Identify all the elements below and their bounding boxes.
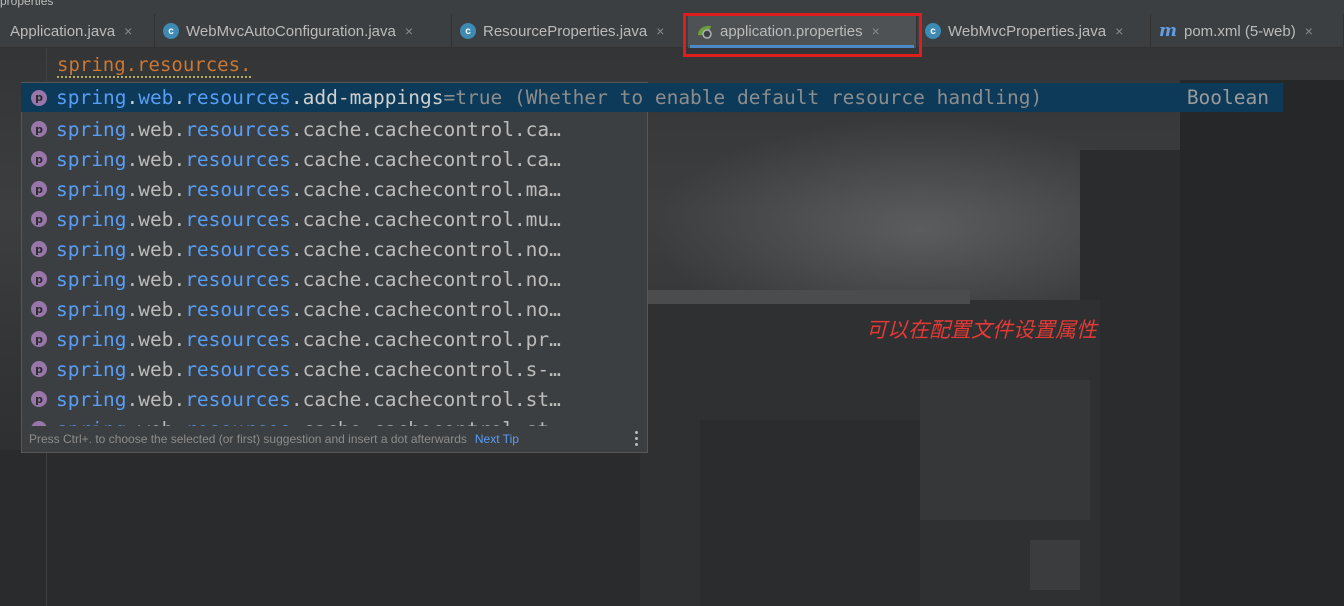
window-title-strip: properties bbox=[0, 0, 1344, 14]
spring-properties-icon bbox=[696, 23, 714, 39]
editor-tab-bar: Application.java × c WebMvcAutoConfigura… bbox=[0, 14, 1344, 48]
close-icon[interactable]: × bbox=[872, 23, 880, 39]
street bbox=[0, 450, 640, 606]
tab-label: ResourceProperties.java bbox=[483, 22, 648, 40]
completion-item[interactable]: p spring.web.resources.cache.cachecontro… bbox=[22, 144, 647, 174]
completion-item[interactable]: p spring.web.resources.cache.cachecontro… bbox=[22, 324, 647, 354]
prefix-web: web bbox=[138, 86, 174, 109]
property-suffix: cache.cachecontrol.st… bbox=[302, 387, 561, 411]
property-suffix: cache.cachecontrol.s-… bbox=[302, 357, 561, 381]
tab-resourceproperties-java[interactable]: c ResourceProperties.java × bbox=[452, 14, 686, 48]
property-suffix: add-mappings bbox=[302, 86, 444, 109]
tab-pom-xml[interactable]: m pom.xml (5-web) × bbox=[1151, 14, 1344, 48]
tab-label: pom.xml (5-web) bbox=[1184, 22, 1296, 40]
close-icon[interactable]: × bbox=[1305, 23, 1313, 39]
annotation-text: 可以在配置文件设置属性 bbox=[866, 318, 1097, 342]
class-icon: c bbox=[460, 23, 476, 39]
property-icon: p bbox=[31, 89, 47, 106]
tab-webmvcautoconfiguration-java[interactable]: c WebMvcAutoConfiguration.java × bbox=[155, 14, 452, 48]
property-suffix: cache.cachecontrol.no… bbox=[302, 267, 561, 291]
dot: . bbox=[173, 86, 186, 109]
completion-item[interactable]: p spring.web.resources.cache.cachecontro… bbox=[22, 234, 647, 264]
close-icon[interactable]: × bbox=[656, 23, 664, 39]
tab-label: WebMvcAutoConfiguration.java bbox=[186, 22, 396, 40]
tab-application-java[interactable]: Application.java × bbox=[0, 14, 155, 48]
property-icon: p bbox=[31, 151, 47, 167]
property-suffix: cache.cachecontrol.ca… bbox=[302, 117, 561, 141]
tab-label: Application.java bbox=[10, 22, 116, 40]
property-suffix: cache.cachecontrol.ma… bbox=[302, 177, 561, 201]
property-suffix: cache.cachecontrol.no… bbox=[302, 237, 561, 261]
property-suffix: cache.cachecontrol.pr… bbox=[302, 327, 561, 351]
completion-item[interactable]: p spring.web.resources.cache.cachecontro… bbox=[22, 354, 647, 384]
close-icon[interactable]: × bbox=[124, 23, 132, 39]
completion-popup: p spring. web. resources. cache.cachecontro… bbox=[21, 82, 648, 453]
maven-icon: m bbox=[1159, 21, 1177, 41]
more-options-icon[interactable] bbox=[635, 431, 639, 447]
property-icon: p bbox=[31, 361, 47, 377]
property-suffix: cache.cachecontrol.no… bbox=[302, 297, 561, 321]
window-title: properties bbox=[0, 0, 54, 8]
property-icon: p bbox=[31, 181, 47, 197]
property-suffix: cache.cachecontrol.mu… bbox=[302, 207, 561, 231]
property-type: Boolean bbox=[1186, 86, 1269, 109]
prefix-spring: spring bbox=[56, 86, 127, 109]
tower-right bbox=[1180, 80, 1344, 606]
property-icon: p bbox=[31, 211, 47, 227]
class-icon: c bbox=[925, 23, 941, 39]
completion-item-selected[interactable]: p spring. web. resources. add-mappings =true… bbox=[21, 83, 1283, 112]
completion-item[interactable]: p spring.web.resources.cache.cachecontro… bbox=[22, 114, 647, 144]
property-icon: p bbox=[31, 391, 47, 407]
property-icon: p bbox=[31, 271, 47, 287]
footer-hint: Press Ctrl+. to choose the selected (or … bbox=[29, 432, 467, 446]
completion-item[interactable]: p spring.web.resources.cache.cachecontro… bbox=[22, 294, 647, 324]
ac-unit bbox=[1030, 540, 1080, 590]
completion-item[interactable]: p spring.web.resources.cache.cachecontro… bbox=[22, 204, 647, 234]
property-icon: p bbox=[31, 331, 47, 347]
tab-label: application.properties bbox=[720, 22, 863, 40]
tab-application-properties[interactable]: application.properties × bbox=[688, 14, 917, 48]
property-icon: p bbox=[31, 301, 47, 317]
popup-footer: Press Ctrl+. to choose the selected (or … bbox=[22, 426, 647, 452]
close-icon[interactable]: × bbox=[405, 23, 413, 39]
dot: . bbox=[126, 86, 139, 109]
roof-center bbox=[640, 290, 970, 304]
tab-webmvcproperties-java[interactable]: c WebMvcProperties.java × bbox=[917, 14, 1151, 48]
property-icon: p bbox=[31, 121, 47, 137]
class-icon: c bbox=[163, 23, 179, 39]
wall-panel bbox=[920, 380, 1090, 520]
default-value: =true bbox=[443, 86, 503, 109]
close-icon[interactable]: × bbox=[1115, 23, 1123, 39]
completion-item[interactable]: p spring.web.resources.cache.cachecontro… bbox=[22, 384, 647, 414]
typed-text[interactable]: spring.resources. bbox=[57, 54, 252, 78]
dot: . bbox=[290, 86, 303, 109]
editor-line[interactable]: spring.resources. bbox=[57, 54, 252, 78]
completion-item[interactable]: p spring.web.resources.cache.cachecontro… bbox=[22, 174, 647, 204]
property-icon: p bbox=[31, 241, 47, 257]
building-front bbox=[700, 420, 920, 606]
completion-item[interactable]: p spring.web.resources.cache.cachecontro… bbox=[22, 264, 647, 294]
property-description: (Whether to enable default resource hand… bbox=[513, 86, 1043, 109]
tab-label: WebMvcProperties.java bbox=[948, 22, 1107, 40]
property-suffix: cache.cachecontrol.ca… bbox=[302, 147, 561, 171]
next-tip-link[interactable]: Next Tip bbox=[475, 432, 519, 446]
prefix-resources: resources bbox=[185, 86, 291, 109]
